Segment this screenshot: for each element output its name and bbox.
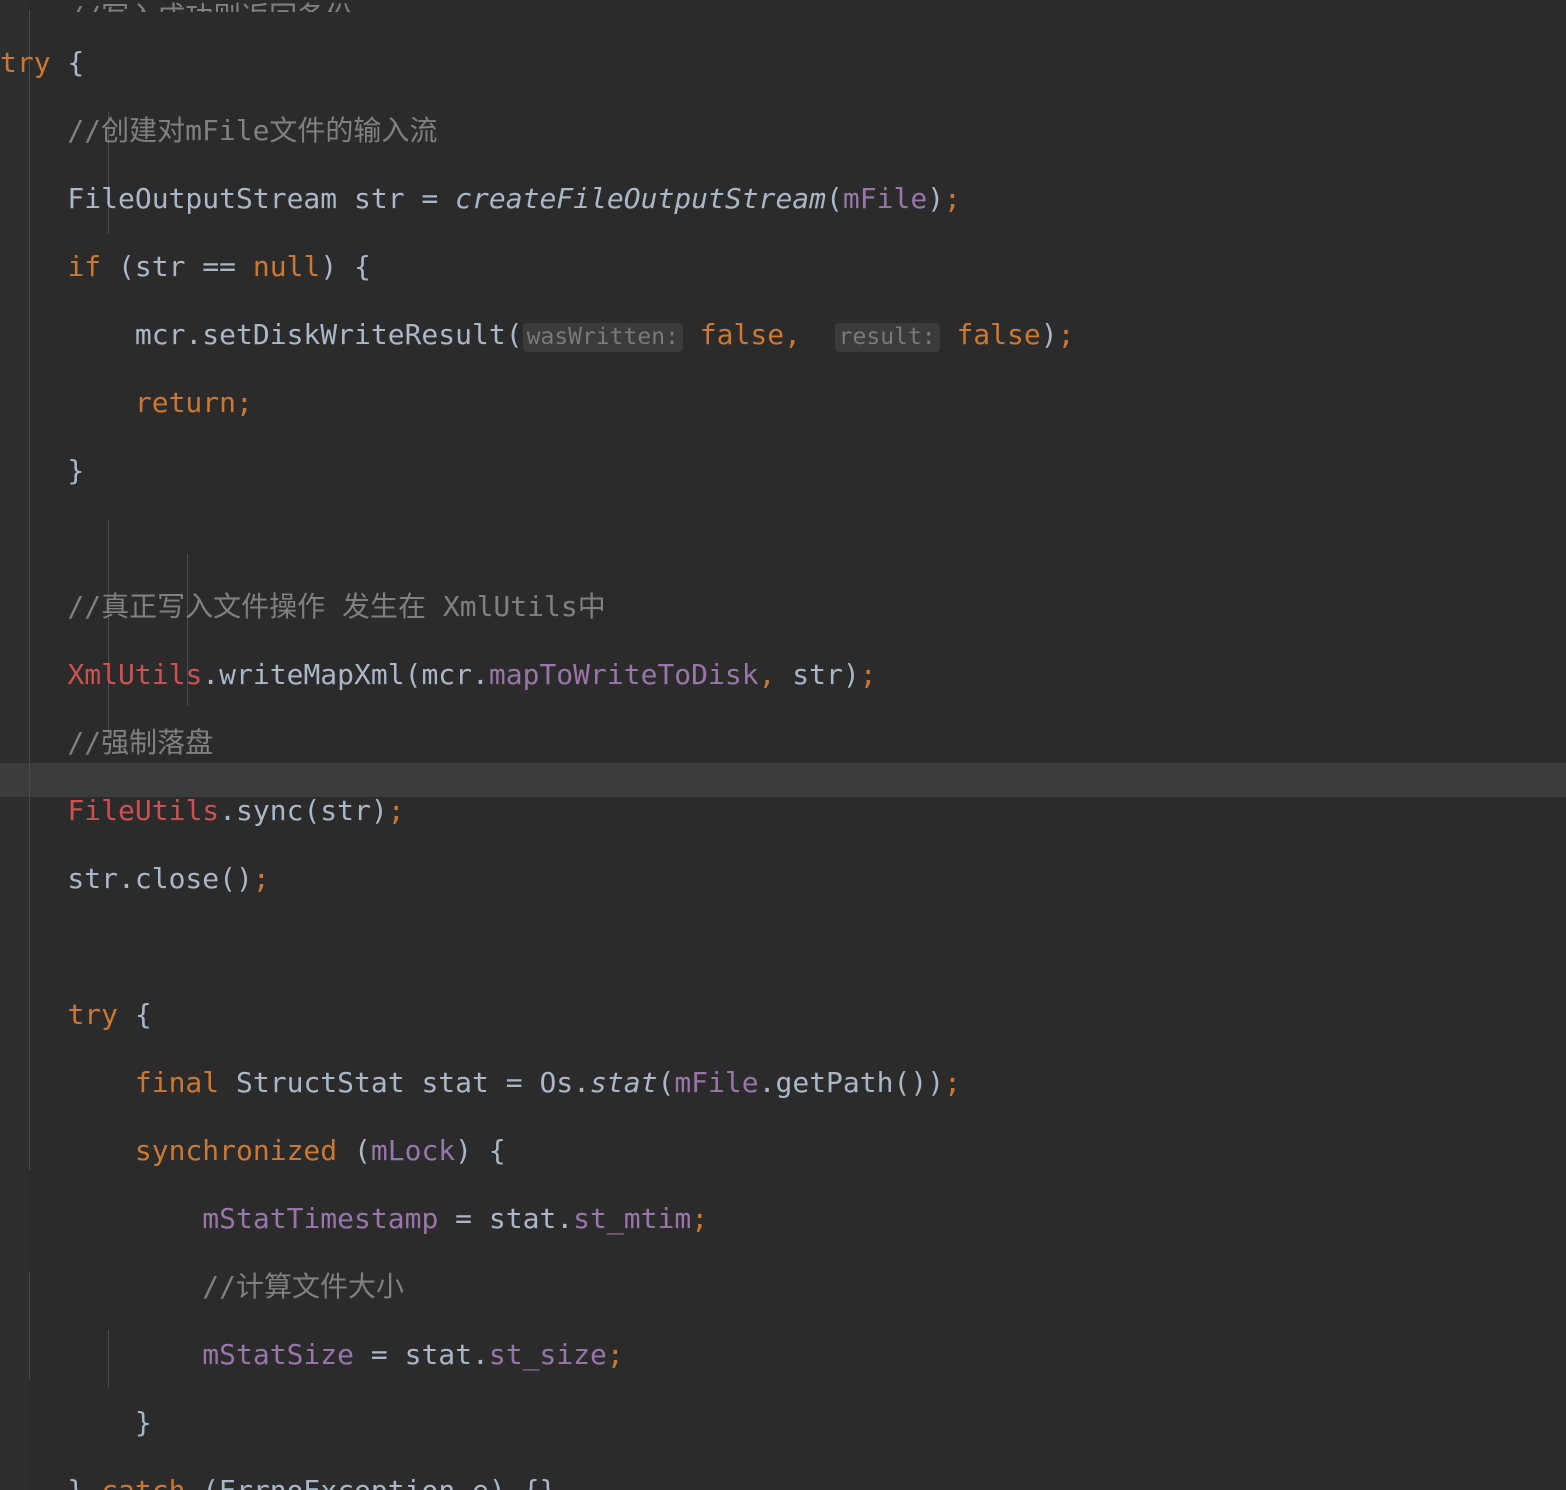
code-line[interactable]: //计算文件大小 [0,1270,1566,1304]
code-line[interactable]: try { [0,46,1566,80]
code-line[interactable]: if (str == null) { [0,250,1566,284]
keyword-try: try [67,998,119,1031]
keyword-synchronized: synchronized [134,1134,338,1167]
keyword-try: try [0,46,51,79]
code-line[interactable]: return; [0,386,1566,420]
comment-token: //创建对mFile文件的输入流 [0,114,438,147]
field-mFile: mFile [842,182,928,215]
field-st_size: st_size [488,1338,607,1371]
class-XmlUtils: XmlUtils [67,658,203,691]
code-line[interactable]: synchronized (mLock) { [0,1134,1566,1168]
code-line[interactable]: } catch (ErrnoException e) {} [0,1474,1566,1490]
code-line[interactable]: //真正写入文件操作 发生在 XmlUtils中 [0,590,1566,624]
method-call-createFileOutputStream: createFileOutputStream [455,182,827,215]
keyword-final: final [134,1066,220,1099]
comment-token: //真正写入文件操作 发生在 XmlUtils中 [0,590,606,623]
field-mLock: mLock [370,1134,456,1167]
code-line[interactable]: //创建对mFile文件的输入流 [0,114,1566,148]
code-line[interactable]: XmlUtils.writeMapXml(mcr.mapToWriteToDis… [0,658,1566,692]
code-line[interactable]: mcr.setDiskWriteResult(wasWritten: false… [0,318,1566,352]
literal-false: false [939,318,1041,351]
comment-token: //计算文件大小 [0,1270,405,1303]
comment-token: //写入成功则返回备份 [0,0,353,12]
code-text-area[interactable]: //写入成功则返回备份 try { //创建对mFile文件的输入流 FileO… [0,0,1566,1490]
comment-token: //强制落盘 [0,726,214,759]
code-line[interactable] [0,522,1566,556]
code-line[interactable]: //写入成功则返回备份 [0,0,1566,12]
code-line[interactable]: } [0,1406,1566,1440]
code-editor-viewport[interactable]: //写入成功则返回备份 try { //创建对mFile文件的输入流 FileO… [0,0,1566,1490]
code-line[interactable]: str.close(); [0,862,1566,896]
keyword-if: if [67,250,102,283]
code-line[interactable]: FileOutputStream str = createFileOutputS… [0,182,1566,216]
code-line[interactable]: try { [0,998,1566,1032]
method-call-stat: stat [590,1066,658,1099]
code-line[interactable] [0,930,1566,964]
field-mStatSize: mStatSize [202,1338,355,1371]
code-line[interactable]: } [0,454,1566,488]
code-line[interactable]: FileUtils.sync(str); [0,794,1566,828]
field-st_mtim: st_mtim [573,1202,692,1235]
class-FileUtils: FileUtils [67,794,220,827]
keyword-null: null [252,250,321,283]
field-mFile: mFile [674,1066,759,1099]
param-hint-wasWritten: wasWritten: [522,323,683,352]
field-mapToWriteToDisk: mapToWriteToDisk [488,658,759,691]
param-hint-result: result: [834,323,940,352]
code-line[interactable]: mStatSize = stat.st_size; [0,1338,1566,1372]
keyword-catch: catch [101,1474,185,1490]
code-line[interactable]: mStatTimestamp = stat.st_mtim; [0,1202,1566,1236]
code-line[interactable]: //强制落盘 [0,726,1566,760]
field-mStatTimestamp: mStatTimestamp [202,1202,439,1235]
keyword-return: return [134,386,237,419]
code-line[interactable]: final StructStat stat = Os.stat(mFile.ge… [0,1066,1566,1100]
literal-false: false [682,318,785,351]
